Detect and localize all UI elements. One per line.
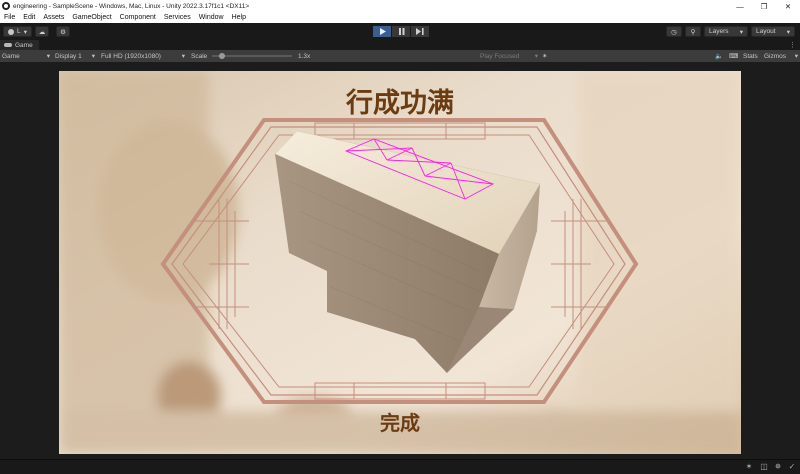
menu-help[interactable]: Help [228, 14, 250, 21]
chevron-down-icon: ▾ [46, 53, 50, 60]
game-title: 行成功满 [345, 87, 454, 118]
chevron-down-icon: ▾ [23, 28, 27, 36]
stats-button[interactable]: Stats [743, 50, 758, 62]
chevron-down-icon: ▾ [534, 53, 538, 60]
tab-game-label: Game [15, 41, 33, 49]
menu-gameobject[interactable]: GameObject [68, 14, 115, 21]
view-mode-label: Game [2, 52, 20, 60]
scale-value: 1.3x [298, 52, 311, 60]
view-mode-dropdown[interactable]: Game ▾ [2, 50, 50, 62]
scale-label: Scale [191, 52, 208, 60]
cloud-button[interactable]: ☁ [35, 26, 49, 37]
play-button[interactable] [373, 26, 391, 37]
resolution-dropdown[interactable]: Full HD (1920x1080) ▾ [101, 50, 185, 62]
cloud-icon: ☁ [38, 28, 46, 36]
collab-settings-button[interactable]: ⚙ [56, 26, 70, 37]
gamepad-icon [4, 43, 12, 47]
menu-window[interactable]: Window [195, 14, 228, 21]
keyboard-icon[interactable]: ⌨ [729, 50, 738, 62]
maximize-icon[interactable]: ❐ [752, 0, 776, 12]
complete-button[interactable]: 完成 [380, 411, 420, 435]
panel-tab-bar: Game ⋮ [0, 40, 800, 50]
window-title: engineering - SampleScene - Windows, Mac… [13, 2, 250, 10]
search-button[interactable]: ⚲ [685, 26, 701, 37]
mute-audio-icon[interactable]: 🔈 [715, 50, 723, 62]
minimize-icon[interactable]: — [728, 0, 752, 12]
play-focused-dropdown[interactable]: Play Focused ▾ [480, 50, 538, 62]
history-icon: ◷ [671, 28, 677, 36]
tab-game[interactable]: Game [0, 40, 39, 50]
scale-slider-handle[interactable] [219, 53, 225, 59]
resolution-label: Full HD (1920x1080) [101, 52, 161, 60]
chevron-down-icon: ▾ [91, 53, 95, 60]
cache-icon[interactable]: ◫ [760, 463, 768, 471]
game-render[interactable]: 行成功满 完成 [59, 71, 741, 454]
game-viewport[interactable]: 行成功满 完成 [0, 62, 800, 459]
pause-icon [398, 28, 404, 35]
menu-file[interactable]: File [0, 14, 19, 21]
menu-edit[interactable]: Edit [19, 14, 39, 21]
menu-services[interactable]: Services [160, 14, 195, 21]
layout-label: Layout [756, 28, 776, 35]
account-icon [8, 28, 14, 35]
pause-button[interactable] [392, 26, 410, 37]
layout-dropdown[interactable]: Layout ▾ [751, 26, 795, 37]
debug-icon[interactable]: ✶ [745, 463, 753, 471]
chevron-down-icon: ▾ [739, 28, 743, 36]
chevron-down-icon: ▾ [181, 53, 185, 60]
gizmos-dropdown[interactable]: Gizmos ▾ [764, 50, 798, 62]
display-dropdown[interactable]: Display 1 ▾ [55, 50, 95, 62]
chevron-down-icon: ▾ [786, 28, 790, 36]
step-button[interactable] [411, 26, 429, 37]
playmode-controls [373, 26, 429, 37]
progress-icon[interactable]: ✵ [774, 463, 782, 471]
window-controls: — ❐ ✕ [728, 0, 800, 12]
main-toolbar: L ▾ ☁ ⚙ ◷ ⚲ Layers ▾ Layout ▾ [0, 23, 800, 41]
check-icon[interactable]: ✓ [788, 463, 796, 471]
bug-icon[interactable]: ✶ [542, 50, 547, 62]
play-focused-label: Play Focused [480, 52, 520, 60]
search-icon: ⚲ [690, 28, 696, 36]
account-label: L [17, 28, 21, 35]
chevron-down-icon: ▾ [794, 53, 798, 60]
game-scene: 行成功满 完成 [59, 71, 741, 454]
display-label: Display 1 [55, 52, 82, 60]
gear-icon: ⚙ [60, 28, 66, 36]
history-button[interactable]: ◷ [666, 26, 682, 37]
menu-assets[interactable]: Assets [39, 14, 68, 21]
layers-dropdown[interactable]: Layers ▾ [704, 26, 748, 37]
step-icon [416, 28, 424, 35]
gizmos-label: Gizmos [764, 52, 787, 60]
close-icon[interactable]: ✕ [776, 0, 800, 12]
menu-component[interactable]: Component [116, 14, 160, 21]
status-bar: ✶ ◫ ✵ ✓ [0, 459, 800, 474]
unity-logo-icon [2, 2, 10, 10]
account-dropdown[interactable]: L ▾ [3, 26, 32, 37]
menu-bar: File Edit Assets GameObject Component Se… [0, 12, 800, 23]
panel-menu-icon[interactable]: ⋮ [789, 41, 796, 49]
layers-label: Layers [709, 28, 729, 35]
play-icon [379, 28, 386, 35]
